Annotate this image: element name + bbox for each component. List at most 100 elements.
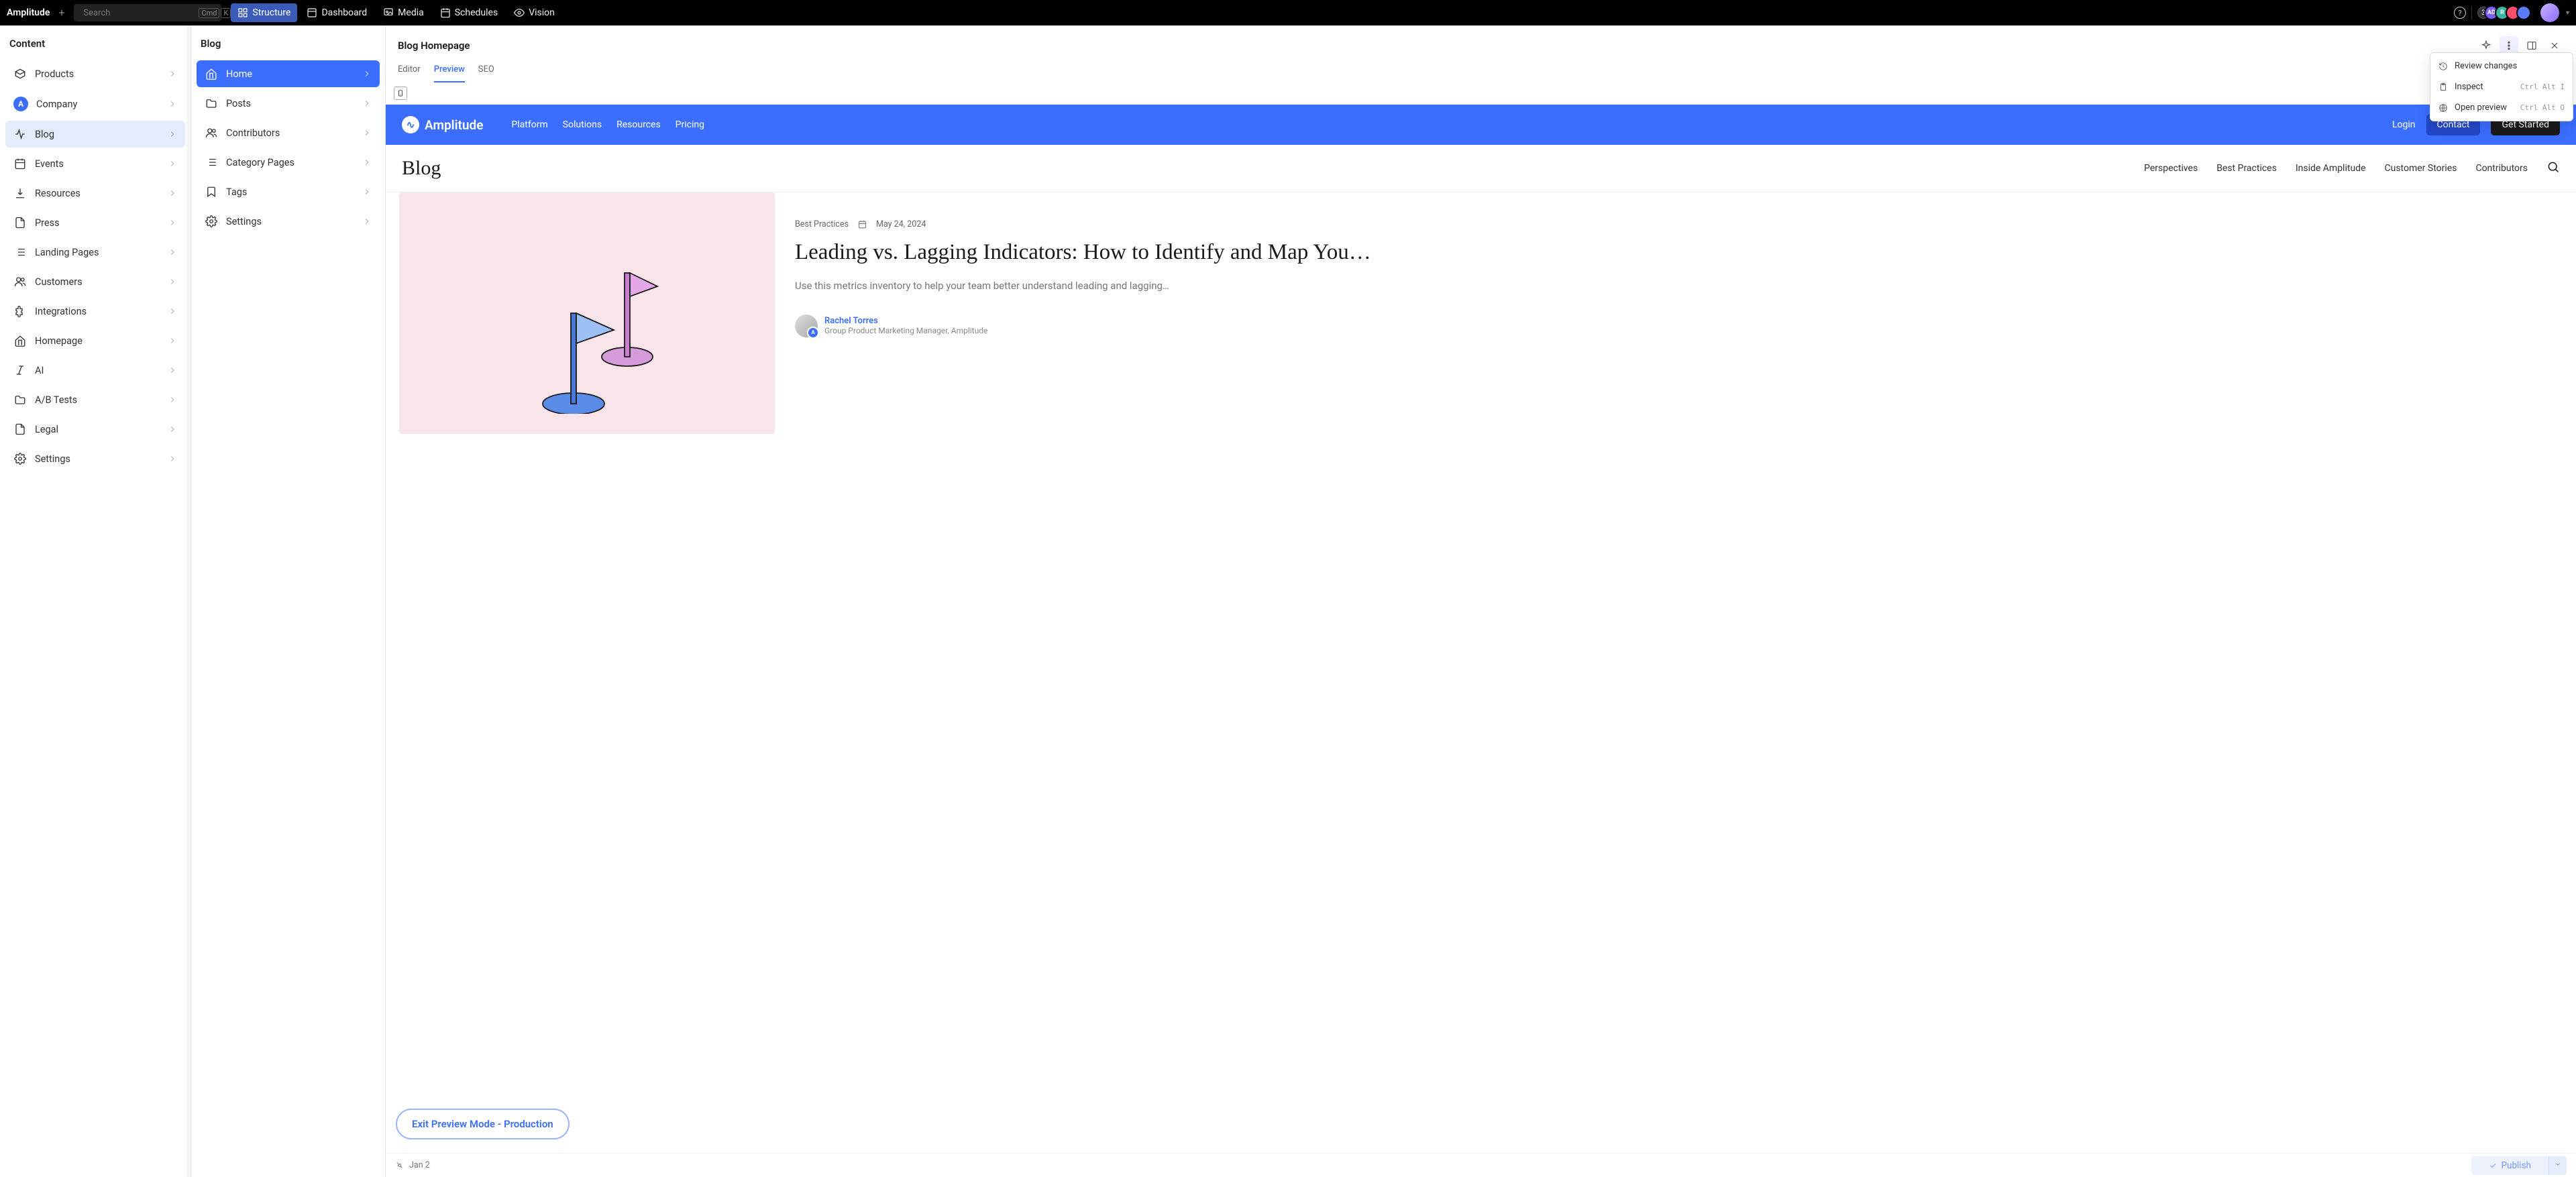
sidebar-item-customers[interactable]: Customers (5, 268, 185, 295)
vision-icon (514, 7, 525, 18)
bookmark-icon (205, 185, 218, 199)
sidebar-item-label: Landing Pages (35, 247, 160, 258)
hero-category[interactable]: Best Practices (795, 219, 849, 229)
sidebar-item-resources[interactable]: Resources (5, 180, 185, 207)
search-box[interactable]: CmdK (74, 4, 221, 21)
site-logo[interactable]: ∿ Amplitude (402, 116, 483, 133)
sidebar-item-tags[interactable]: Tags (197, 178, 380, 205)
media-icon (383, 7, 394, 18)
sidebar-item-label: A/B Tests (35, 394, 160, 406)
sidebar-item-legal[interactable]: Legal (5, 416, 185, 443)
blog-cat-contributors[interactable]: Contributors (2475, 163, 2528, 174)
hero-author[interactable]: Rachel Torres Group Product Marketing Ma… (795, 315, 2563, 337)
dropdown-inspect[interactable]: Inspect Ctrl Alt I (2430, 76, 2573, 97)
sidebar-title: Blog (191, 25, 385, 58)
hero-description: Use this metrics inventory to help your … (795, 278, 2563, 294)
logo-mark-icon: ∿ (402, 116, 419, 133)
hero-meta: Best Practices May 24, 2024 (795, 219, 2563, 229)
tab-preview[interactable]: Preview (434, 64, 465, 82)
site-nav-platform[interactable]: Platform (511, 119, 547, 130)
help-button[interactable]: ? (2454, 7, 2466, 19)
site-login-link[interactable]: Login (2392, 119, 2416, 130)
nav-structure[interactable]: Structure (231, 3, 297, 22)
hero-article[interactable]: Best Practices May 24, 2024 Leading vs. … (386, 192, 2576, 434)
site-nav-resources[interactable]: Resources (616, 119, 661, 130)
hero-image (399, 192, 775, 434)
mobile-preview-button[interactable] (394, 87, 407, 100)
dashboard-icon (307, 7, 317, 18)
dropdown-open-preview[interactable]: Open preview Ctrl Alt O (2430, 97, 2573, 118)
dropdown-review-changes[interactable]: Review changes (2430, 56, 2573, 76)
sidebar-item-category-pages[interactable]: Category Pages (197, 149, 380, 176)
tab-seo[interactable]: SEO (478, 64, 494, 82)
device-toolbar (386, 82, 2576, 105)
chevron-right-icon (168, 306, 177, 316)
dropdown-shortcut: Ctrl Alt O (2520, 103, 2565, 112)
brand-name[interactable]: Amplitude (7, 7, 50, 18)
chevron-right-icon (168, 366, 177, 375)
search-icon (2546, 160, 2560, 174)
sidebar-item-integrations[interactable]: Integrations (5, 298, 185, 325)
company-badge-icon: A (13, 97, 28, 111)
blog-header: Blog Perspectives Best Practices Inside … (386, 145, 2576, 192)
sidebar-item-label: Settings (35, 453, 160, 465)
sidebar-item-blog[interactable]: Blog (5, 121, 185, 148)
presence-avatars[interactable]: 3 AD R (2477, 5, 2531, 20)
sidebar-item-events[interactable]: Events (5, 150, 185, 177)
document-header: Blog Homepage (386, 25, 2576, 55)
schedules-icon (440, 7, 451, 18)
chevron-down-icon (2555, 1161, 2561, 1168)
chevron-right-icon (168, 425, 177, 434)
blog-cat-customer-stories[interactable]: Customer Stories (2385, 163, 2457, 174)
list-icon (13, 245, 27, 259)
sidebar-item-label: Blog (35, 129, 160, 140)
blog-cat-perspectives[interactable]: Perspectives (2144, 163, 2198, 174)
sidebar-item-press[interactable]: Press (5, 209, 185, 236)
chevron-right-icon (362, 69, 372, 78)
chevron-down-icon[interactable]: ▾ (2566, 9, 2569, 17)
chevron-right-icon (168, 247, 177, 257)
sidebar-item-settings[interactable]: Settings (197, 208, 380, 235)
sidebar-item-contributors[interactable]: Contributors (197, 119, 380, 146)
sidebar-item-label: Customers (35, 276, 160, 288)
sidebar-item-settings[interactable]: Settings (5, 445, 185, 472)
search-shortcut: CmdK (199, 8, 231, 18)
sidebar-title: Content (0, 25, 191, 58)
nav-schedules[interactable]: Schedules (433, 3, 504, 22)
user-avatar[interactable] (2540, 3, 2559, 22)
sidebar-item-ai[interactable]: AI (5, 357, 185, 384)
globe-icon (2438, 103, 2448, 113)
sidebar-item-a-b-tests[interactable]: A/B Tests (5, 386, 185, 413)
blog-sidebar: Blog Home PostsContributors Category Pages… (191, 25, 386, 1177)
pin-icon (393, 1159, 405, 1171)
nav-media[interactable]: Media (376, 3, 431, 22)
publish-button[interactable]: Publish (2471, 1156, 2548, 1175)
site-nav-solutions[interactable]: Solutions (563, 119, 602, 130)
chevron-right-icon (168, 69, 177, 78)
publish-icon (2489, 1162, 2497, 1170)
sidebar-item-posts[interactable]: Posts (197, 90, 380, 117)
users-icon (13, 275, 27, 288)
search-input[interactable] (83, 8, 195, 18)
exit-preview-button[interactable]: Exit Preview Mode - Production (396, 1109, 570, 1139)
publish-dropdown-button[interactable] (2548, 1156, 2567, 1175)
nav-dashboard[interactable]: Dashboard (300, 3, 374, 22)
blog-cat-inside[interactable]: Inside Amplitude (2296, 163, 2366, 174)
sidebar-item-home[interactable]: Home (197, 60, 380, 87)
author-name: Rachel Torres (824, 316, 987, 326)
sidebar-item-products[interactable]: Products (5, 60, 185, 87)
nav-label: Vision (529, 7, 555, 18)
dropdown-label: Inspect (2455, 82, 2483, 92)
sidebar-item-company[interactable]: ACompany (5, 90, 185, 118)
blog-search-button[interactable] (2546, 160, 2560, 176)
pulse-icon (13, 127, 27, 141)
nav-vision[interactable]: Vision (507, 3, 561, 22)
blog-cat-best-practices[interactable]: Best Practices (2216, 163, 2277, 174)
sidebar-item-homepage[interactable]: Homepage (5, 327, 185, 354)
sidebar-item-landing-pages[interactable]: Landing Pages (5, 239, 185, 266)
new-button[interactable] (55, 6, 68, 19)
tab-editor[interactable]: Editor (398, 64, 421, 82)
site-nav-pricing[interactable]: Pricing (676, 119, 704, 130)
sidebar-item-label: Products (35, 68, 160, 80)
top-right: ? 3 AD R ▾ (2454, 3, 2569, 22)
